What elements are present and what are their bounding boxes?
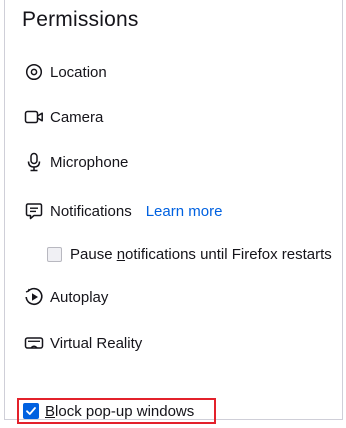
- permission-microphone[interactable]: Microphone: [22, 150, 128, 174]
- pause-notifications-label: Pause notifications until Firefox restar…: [70, 245, 332, 263]
- block-popups-label: Block pop-up windows: [45, 402, 195, 420]
- virtual-reality-icon: [22, 331, 46, 355]
- notifications-icon: [22, 199, 46, 223]
- permission-camera[interactable]: Camera: [22, 105, 103, 129]
- block-popups-checkbox[interactable]: [23, 403, 39, 419]
- microphone-icon: [22, 150, 46, 174]
- pause-notifications-checkbox[interactable]: [47, 246, 62, 262]
- microphone-label: Microphone: [50, 153, 129, 171]
- autoplay-icon: [22, 285, 46, 309]
- permission-virtual-reality[interactable]: Virtual Reality: [22, 331, 142, 355]
- virtual-reality-label: Virtual Reality: [50, 334, 143, 352]
- checkmark-icon: [26, 407, 36, 415]
- permission-location[interactable]: Location: [22, 60, 107, 84]
- notifications-label: Notifications: [50, 202, 132, 220]
- learn-more-link[interactable]: Learn more: [146, 203, 223, 220]
- permissions-heading: Permissions: [22, 8, 139, 31]
- camera-icon: [22, 105, 46, 129]
- camera-label: Camera: [50, 108, 104, 126]
- pause-notifications-option[interactable]: Pause notifications until Firefox restar…: [47, 243, 332, 265]
- permission-autoplay[interactable]: Autoplay: [22, 285, 108, 309]
- permissions-panel: Permissions Location Camera Microphone N…: [4, 0, 343, 424]
- location-label: Location: [50, 63, 107, 81]
- autoplay-label: Autoplay: [50, 288, 109, 306]
- block-popups-option[interactable]: Block pop-up windows: [17, 398, 216, 424]
- location-icon: [22, 60, 46, 84]
- permission-notifications[interactable]: Notifications Learn more: [22, 199, 222, 223]
